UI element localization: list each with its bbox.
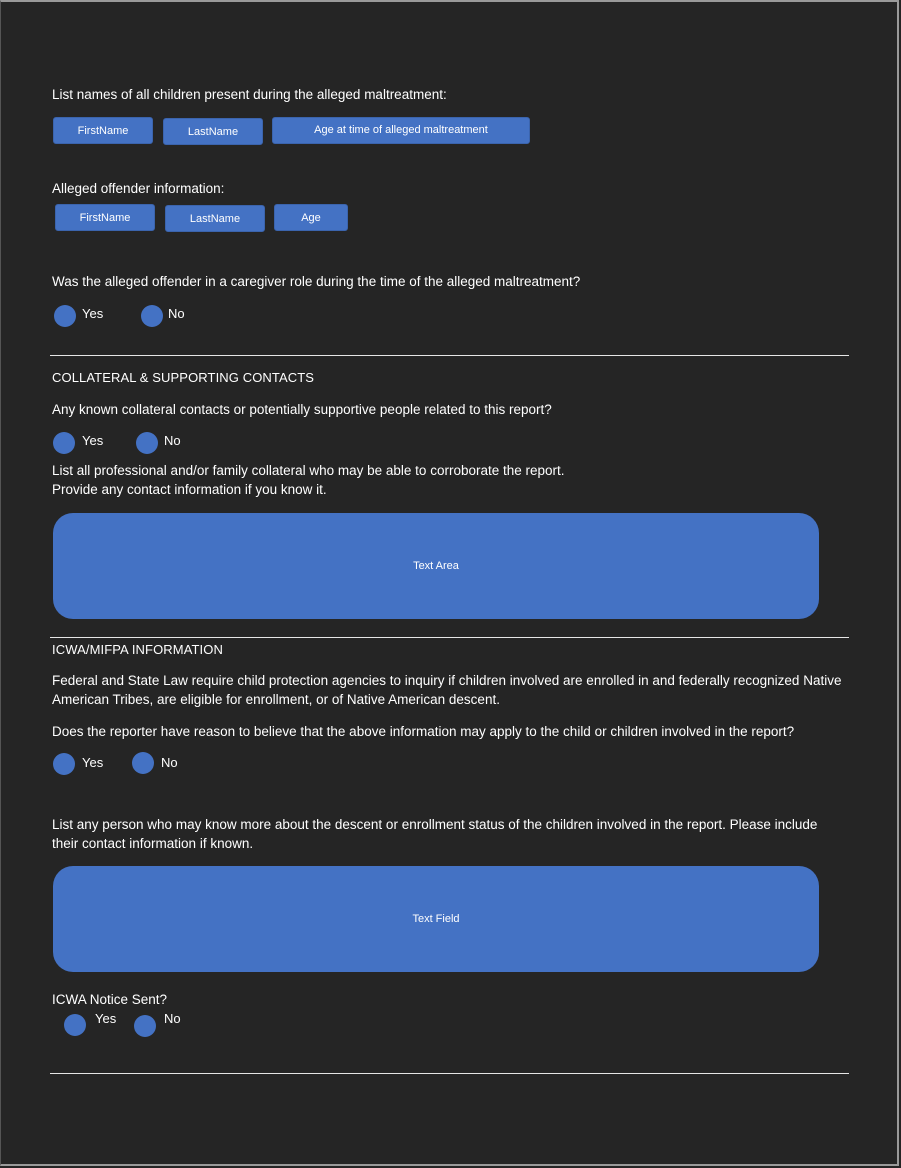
icwa-text-field[interactable]: Text Field — [53, 866, 819, 972]
caregiver-yes-label: Yes — [82, 306, 104, 321]
section-divider — [50, 1073, 849, 1074]
icwa-notice-label: ICWA Notice Sent? — [52, 992, 168, 1007]
icwa-law-text: Federal and State Law require child prot… — [52, 673, 842, 707]
caregiver-question: Was the alleged offender in a caregiver … — [52, 274, 581, 289]
icwa-question: Does the reporter have reason to believe… — [52, 724, 795, 739]
children-label: List names of all children present durin… — [52, 87, 447, 102]
offender-label: Alleged offender information: — [52, 181, 225, 196]
child-age-field[interactable]: Age at time of alleged maltreatment — [272, 117, 530, 144]
notice-yes-radio[interactable] — [64, 1014, 86, 1036]
caregiver-no-label: No — [168, 306, 185, 321]
collateral-no-radio[interactable] — [136, 432, 158, 454]
offender-lastname-field[interactable]: LastName — [165, 205, 265, 232]
icwa-no-radio[interactable] — [132, 752, 154, 774]
collateral-instruction-line1: List all professional and/or family coll… — [52, 463, 565, 478]
icwa-list-instruction: List any person who may know more about … — [52, 817, 818, 851]
icwa-yes-radio[interactable] — [53, 753, 75, 775]
icwa-no-label: No — [161, 755, 178, 770]
collateral-yes-radio[interactable] — [53, 432, 75, 454]
icwa-yes-label: Yes — [82, 755, 104, 770]
collateral-question: Any known collateral contacts or potenti… — [52, 402, 552, 417]
notice-no-radio[interactable] — [134, 1015, 156, 1037]
collateral-section-title: COLLATERAL & SUPPORTING CONTACTS — [52, 370, 315, 385]
collateral-text-area[interactable]: Text Area — [53, 513, 819, 619]
caregiver-no-radio[interactable] — [141, 305, 163, 327]
child-firstname-field[interactable]: FirstName — [53, 117, 153, 144]
section-divider — [50, 355, 849, 356]
offender-firstname-field[interactable]: FirstName — [55, 204, 155, 231]
section-divider — [50, 637, 849, 638]
offender-age-field[interactable]: Age — [274, 204, 348, 231]
child-lastname-field[interactable]: LastName — [163, 118, 263, 145]
notice-no-label: No — [164, 1011, 181, 1026]
collateral-yes-label: Yes — [82, 433, 104, 448]
caregiver-yes-radio[interactable] — [54, 305, 76, 327]
notice-yes-label: Yes — [95, 1011, 117, 1026]
collateral-no-label: No — [164, 433, 181, 448]
icwa-section-title: ICWA/MIFPA INFORMATION — [52, 642, 223, 657]
collateral-instruction-line2: Provide any contact information if you k… — [52, 482, 327, 497]
